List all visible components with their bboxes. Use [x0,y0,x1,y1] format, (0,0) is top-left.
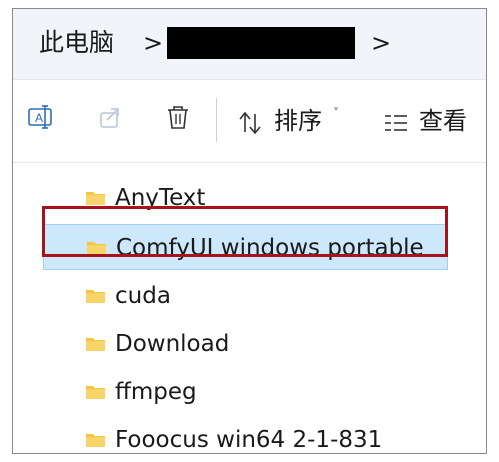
sort-button[interactable]: 排序 [274,104,322,138]
list-item[interactable]: Download [43,321,448,367]
folder-icon [86,386,105,399]
rename-icon[interactable]: A [27,104,53,130]
list-item[interactable]: ffmpeg [43,369,448,415]
file-name: Download [115,331,230,357]
file-name: AnyText [115,185,206,211]
folder-icon [86,290,105,303]
list-item[interactable]: Fooocus win64 2-1-831 [43,417,448,453]
folder-icon [86,434,105,447]
list-item[interactable]: AnyText [43,175,448,221]
address-bar[interactable]: 此电脑 > > [13,9,486,80]
file-name: Fooocus win64 2-1-831 [115,427,383,453]
folder-icon [86,192,105,205]
command-bar: A 排序 ˅ 查看 [13,80,486,163]
file-list: AnyText ComfyUI windows portable cuda Do… [13,165,486,453]
view-list-icon[interactable] [383,110,409,136]
file-name: ComfyUI windows portable [116,235,424,261]
toolbar-divider [216,98,217,142]
share-icon[interactable] [97,104,123,130]
chevron-down-icon[interactable]: ˅ [333,106,339,120]
explorer-window: 此电脑 > > A 排序 ˅ 查看 AnyText ComfyUI window… [12,8,487,454]
trash-icon[interactable] [165,104,191,130]
folder-icon [87,242,106,255]
folder-icon [86,338,105,351]
breadcrumb-this-pc[interactable]: 此电脑 [39,25,114,61]
breadcrumb-chevron-icon[interactable]: > [371,25,391,61]
breadcrumb-chevron-icon[interactable]: > [143,25,163,61]
breadcrumb-redacted-segment[interactable] [167,27,355,59]
file-name: cuda [115,283,171,309]
svg-text:A: A [35,111,43,125]
list-item[interactable]: cuda [43,273,448,319]
view-button[interactable]: 查看 [419,104,467,138]
list-item-selected[interactable]: ComfyUI windows portable [43,224,448,270]
sort-arrows-icon[interactable] [237,110,263,136]
file-name: ffmpeg [115,379,197,405]
